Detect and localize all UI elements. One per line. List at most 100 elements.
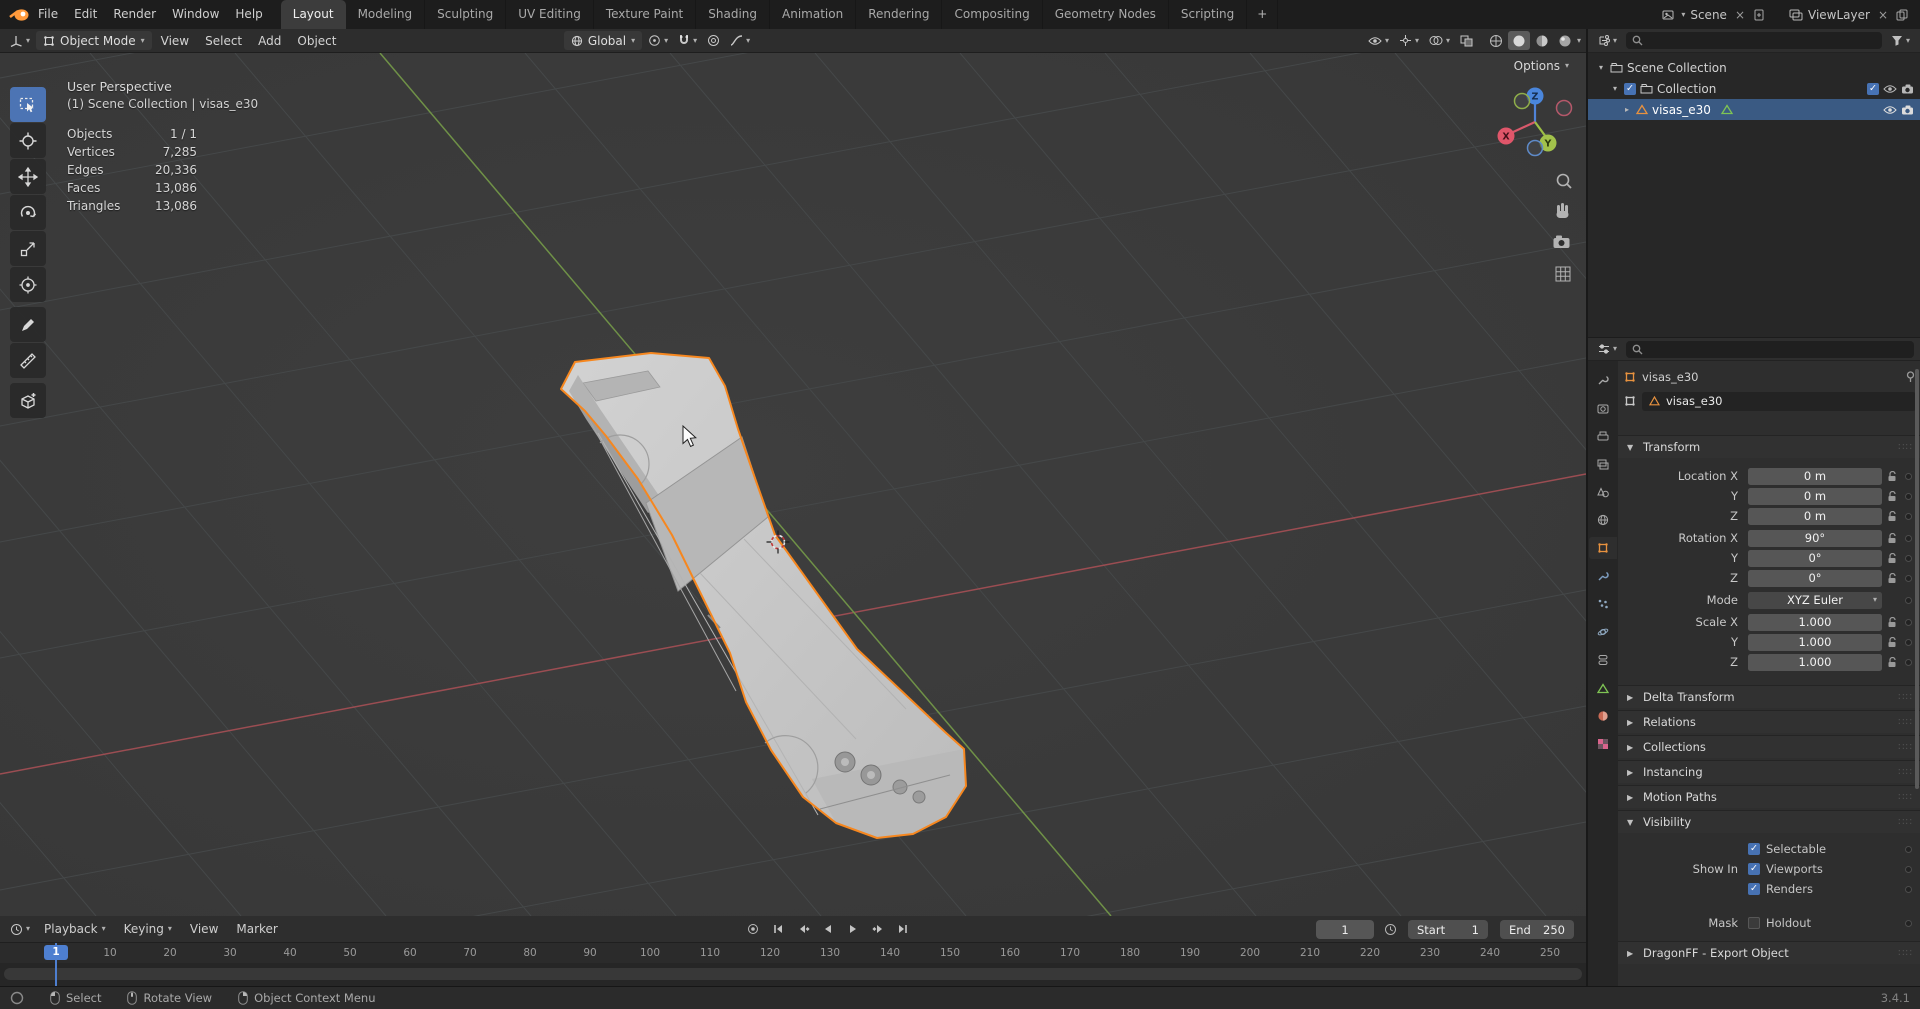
editor-type-button[interactable]: ▾ <box>5 31 34 50</box>
shading-chevron-icon[interactable]: ▾ <box>1577 36 1581 45</box>
viewlayer-remove-icon[interactable]: × <box>1875 8 1891 22</box>
tab-particles[interactable] <box>1589 593 1617 615</box>
tool-rotate[interactable] <box>10 195 46 230</box>
outliner-search-input[interactable] <box>1626 32 1882 49</box>
animate-dot[interactable] <box>1901 597 1916 604</box>
viewlayer-icon[interactable] <box>1789 9 1803 21</box>
tab-layout[interactable]: Layout <box>280 0 346 29</box>
gizmo-axis-y-neg[interactable] <box>1513 92 1531 110</box>
rotation-mode-select[interactable]: XYZ Euler ▾ <box>1748 591 1882 609</box>
preview-range-clock-icon[interactable] <box>1384 923 1397 936</box>
menu-marker[interactable]: Marker <box>228 922 285 936</box>
section-delta-transform[interactable]: ▶ Delta Transform ∷∷ <box>1618 685 1920 708</box>
renders-checkbox[interactable]: ✓ <box>1748 883 1760 895</box>
disable-render-camera-icon[interactable] <box>1901 84 1914 94</box>
auto-keying-toggle[interactable] <box>742 919 764 939</box>
tab-scripting[interactable]: Scripting <box>1169 0 1248 29</box>
animate-dot[interactable] <box>1901 575 1916 582</box>
add-workspace-button[interactable]: + <box>1247 0 1279 29</box>
holdout-checkbox[interactable] <box>1748 917 1760 929</box>
tab-rendering[interactable]: Rendering <box>856 0 943 29</box>
animate-dot[interactable] <box>1901 619 1916 626</box>
new-scene-icon[interactable] <box>1753 9 1765 21</box>
tool-annotate[interactable] <box>10 307 46 342</box>
pan-hand-button[interactable] <box>1556 203 1569 218</box>
scale-x-field[interactable]: 1.000 <box>1748 613 1882 631</box>
shading-solid-button[interactable] <box>1507 31 1530 50</box>
animate-dot[interactable] <box>1901 846 1916 853</box>
animate-dot[interactable] <box>1901 639 1916 646</box>
tab-texture-paint[interactable]: Texture Paint <box>594 0 697 29</box>
timeline-scrollbar[interactable] <box>4 968 1582 980</box>
tab-view-layer[interactable] <box>1589 453 1617 475</box>
section-motion-paths[interactable]: ▶ Motion Paths ∷∷ <box>1618 785 1920 808</box>
snap-toggle[interactable]: ▾ <box>674 31 701 50</box>
tab-compositing[interactable]: Compositing <box>942 0 1043 29</box>
previous-keyframe-button[interactable] <box>792 919 814 939</box>
outliner-row-visas-e30[interactable]: ▸ visas_e30 <box>1588 99 1920 120</box>
section-instancing[interactable]: ▶ Instancing ∷∷ <box>1618 760 1920 783</box>
mode-select[interactable]: Object Mode ▾ <box>36 31 152 50</box>
animate-dot[interactable] <box>1901 555 1916 562</box>
animate-dot[interactable] <box>1901 920 1916 927</box>
tab-render[interactable] <box>1589 397 1617 419</box>
transform-orientation-select[interactable]: Global ▾ <box>563 31 643 50</box>
proportional-editing-toggle[interactable] <box>703 31 724 50</box>
outliner-row-collection[interactable]: ▾ ✓ Collection ✓ <box>1588 78 1920 99</box>
properties-scrollbar[interactable] <box>1915 369 1919 789</box>
animate-dot[interactable] <box>1901 659 1916 666</box>
tab-geometry-nodes[interactable]: Geometry Nodes <box>1043 0 1169 29</box>
tab-output[interactable] <box>1589 425 1617 447</box>
tab-material[interactable] <box>1589 705 1617 727</box>
lock-icon[interactable] <box>1887 532 1897 544</box>
menu-keying[interactable]: Keying ▾ <box>116 922 180 936</box>
tool-move[interactable] <box>10 159 46 194</box>
proportional-falloff-select[interactable]: ▾ <box>726 31 754 50</box>
tool-select-box[interactable] <box>10 87 46 122</box>
section-transform[interactable]: ▼ Transform ∷∷ <box>1618 435 1920 458</box>
tab-physics[interactable] <box>1589 621 1617 643</box>
animate-dot[interactable] <box>1901 886 1916 893</box>
shading-rendered-button[interactable] <box>1554 31 1576 50</box>
collection-enable-checkbox[interactable]: ✓ <box>1624 82 1636 95</box>
lock-icon[interactable] <box>1887 572 1897 584</box>
properties-search-input[interactable] <box>1626 340 1914 358</box>
3d-viewport[interactable]: Z X Y User Perspective (1) Scene Collect… <box>0 53 1586 916</box>
menu-playback[interactable]: Playback ▾ <box>36 922 114 936</box>
play-button[interactable] <box>842 919 864 939</box>
tool-measure[interactable] <box>10 343 46 378</box>
timeline[interactable]: ▾ Playback ▾ Keying ▾ View Marker 1 Star… <box>0 916 1586 986</box>
end-frame-field[interactable]: End 250 <box>1500 920 1574 939</box>
rotation-z-field[interactable]: 0° <box>1748 569 1882 587</box>
outliner-editor-type-button[interactable]: ▾ <box>1594 31 1621 50</box>
object-type-visibility-button[interactable]: ▾ <box>1364 31 1393 50</box>
tool-add-cube[interactable] <box>10 383 46 418</box>
expand-icon[interactable]: ▾ <box>1610 84 1620 93</box>
menu-edit[interactable]: Edit <box>66 0 105 29</box>
timeline-editor-type-button[interactable]: ▾ <box>6 920 34 939</box>
menu-timeline-view[interactable]: View <box>182 922 226 936</box>
menu-render[interactable]: Render <box>105 0 164 29</box>
tab-scene[interactable] <box>1589 481 1617 503</box>
tab-sculpting[interactable]: Sculpting <box>425 0 507 29</box>
lock-icon[interactable] <box>1887 470 1897 482</box>
scene-name[interactable]: Scene <box>1690 8 1727 22</box>
animate-dot[interactable] <box>1901 866 1916 873</box>
outliner-row-scene-collection[interactable]: ▾ Scene Collection <box>1588 57 1920 78</box>
expand-icon[interactable]: ▸ <box>1622 105 1632 114</box>
collection-exclude-checkbox[interactable]: ✓ <box>1867 82 1879 95</box>
rotation-y-field[interactable]: 0° <box>1748 549 1882 567</box>
tab-object-data[interactable] <box>1589 677 1617 699</box>
copy-viewlayer-icon[interactable] <box>1896 9 1908 21</box>
scene-unlink-icon[interactable]: × <box>1732 8 1748 22</box>
menu-help[interactable]: Help <box>227 0 270 29</box>
location-x-field[interactable]: 0 m <box>1748 467 1882 485</box>
lock-icon[interactable] <box>1887 656 1897 668</box>
gizmo-axis-z-neg[interactable] <box>1526 139 1544 157</box>
playhead-frame-label[interactable]: 1 <box>44 945 68 960</box>
menu-window[interactable]: Window <box>164 0 227 29</box>
tab-world[interactable] <box>1589 509 1617 531</box>
location-y-field[interactable]: 0 m <box>1748 487 1882 505</box>
section-relations[interactable]: ▶ Relations ∷∷ <box>1618 710 1920 733</box>
tab-tool[interactable] <box>1589 369 1617 391</box>
